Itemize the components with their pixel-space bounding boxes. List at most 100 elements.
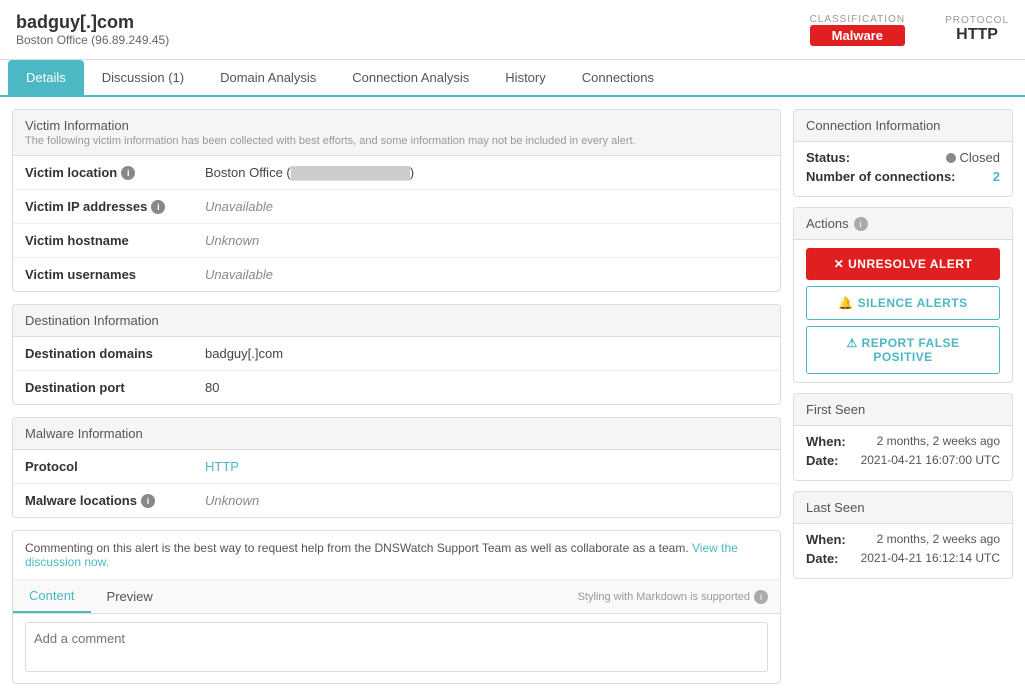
actions-info-icon[interactable]: i: [854, 217, 868, 231]
comment-textarea[interactable]: [25, 622, 768, 672]
destination-domains-label: Destination domains: [25, 346, 205, 361]
connection-info-card: Connection Information Status: Closed Nu…: [793, 109, 1013, 197]
destination-domains-value: badguy[.]com: [205, 346, 768, 361]
connection-info-title: Connection Information: [806, 118, 940, 133]
last-seen-date-row: Date: 2021-04-21 16:12:14 UTC: [806, 551, 1000, 566]
destination-title: Destination Information: [25, 313, 768, 328]
victim-subtitle: The following victim information has bee…: [25, 135, 768, 147]
status-row: Status: Closed: [806, 150, 1000, 165]
victim-title: Victim Information: [25, 118, 768, 133]
victim-ip-label: Victim IP addresses i: [25, 199, 205, 214]
first-seen-card: First Seen When: 2 months, 2 weeks ago D…: [793, 393, 1013, 481]
connections-count-row: Number of connections: 2: [806, 169, 1000, 184]
malware-section: Malware Information Protocol HTTP Malwar…: [12, 417, 781, 518]
tab-connections[interactable]: Connections: [564, 60, 672, 95]
actions-title: Actions: [806, 216, 849, 231]
right-panel: Connection Information Status: Closed Nu…: [793, 109, 1013, 684]
page-header: badguy[.]com Boston Office (96.89.249.45…: [0, 0, 1025, 60]
page-wrapper: badguy[.]com Boston Office (96.89.249.45…: [0, 0, 1025, 696]
tab-connection-analysis[interactable]: Connection Analysis: [334, 60, 487, 95]
malware-locations-value: Unknown: [205, 493, 768, 508]
last-seen-title: Last Seen: [806, 500, 865, 515]
first-seen-date-label: Date:: [806, 453, 839, 468]
destination-port-label: Destination port: [25, 380, 205, 395]
destination-section: Destination Information Destination doma…: [12, 304, 781, 405]
victim-ip-row: Victim IP addresses i Unavailable: [13, 190, 780, 224]
protocol-value: HTTP: [945, 26, 1009, 44]
actions-body: ✕ UNRESOLVE ALERT 🔔 SILENCE ALERTS ⚠ REP…: [794, 240, 1012, 382]
first-seen-header: First Seen: [794, 394, 1012, 426]
unresolve-button[interactable]: ✕ UNRESOLVE ALERT: [806, 248, 1000, 280]
protocol-meta: PROTOCOL HTTP: [945, 15, 1009, 44]
victim-location-label: Victim location i: [25, 165, 205, 180]
report-false-positive-button[interactable]: ⚠ REPORT FALSE POSITIVE: [806, 326, 1000, 374]
tab-discussion[interactable]: Discussion (1): [84, 60, 202, 95]
first-seen-body: When: 2 months, 2 weeks ago Date: 2021-0…: [794, 426, 1012, 480]
markdown-note: Styling with Markdown is supported i: [578, 590, 780, 604]
last-seen-when-label: When:: [806, 532, 846, 547]
silence-label: 🔔 SILENCE ALERTS: [838, 296, 967, 310]
connections-label: Number of connections:: [806, 169, 956, 184]
report-label: ⚠ REPORT FALSE POSITIVE: [816, 336, 990, 364]
header-right: CLASSIFICATION Malware PROTOCOL HTTP: [810, 14, 1009, 46]
tab-bar: Details Discussion (1) Domain Analysis C…: [0, 60, 1025, 97]
site-name: badguy[.]com: [16, 12, 169, 33]
classification-label: CLASSIFICATION: [810, 14, 906, 25]
victim-ip-value: Unavailable: [205, 199, 768, 214]
victim-location-icon[interactable]: i: [121, 166, 135, 180]
status-text: Closed: [960, 150, 1000, 165]
victim-hostname-row: Victim hostname Unknown: [13, 224, 780, 258]
victim-ip-icon[interactable]: i: [151, 200, 165, 214]
destination-port-value: 80: [205, 380, 768, 395]
silence-alerts-button[interactable]: 🔔 SILENCE ALERTS: [806, 286, 1000, 320]
tab-details[interactable]: Details: [8, 60, 84, 95]
victim-hostname-value: Unknown: [205, 233, 768, 248]
status-value: Closed: [946, 150, 1000, 165]
comment-tab-preview[interactable]: Preview: [91, 580, 169, 613]
comment-input-area: [13, 614, 780, 683]
comment-intro-text: Commenting on this alert is the best way…: [13, 531, 780, 580]
last-seen-when-value: 2 months, 2 weeks ago: [877, 532, 1000, 547]
actions-card: Actions i ✕ UNRESOLVE ALERT 🔔 SILENCE AL…: [793, 207, 1013, 383]
victim-location-row: Victim location i Boston Office (███████…: [13, 156, 780, 190]
markdown-info-icon[interactable]: i: [754, 590, 768, 604]
first-seen-when-label: When:: [806, 434, 846, 449]
comment-tab-content[interactable]: Content: [13, 580, 91, 613]
connection-info-body: Status: Closed Number of connections: 2: [794, 142, 1012, 196]
left-panel: Victim Information The following victim …: [12, 109, 781, 684]
protocol-label: PROTOCOL: [945, 15, 1009, 26]
first-seen-when-row: When: 2 months, 2 weeks ago: [806, 434, 1000, 449]
last-seen-header: Last Seen: [794, 492, 1012, 524]
malware-protocol-value[interactable]: HTTP: [205, 459, 768, 474]
malware-title: Malware Information: [25, 426, 768, 441]
classification-meta: CLASSIFICATION Malware: [810, 14, 906, 46]
destination-section-header: Destination Information: [13, 305, 780, 337]
main-layout: Victim Information The following victim …: [0, 97, 1025, 696]
classification-badge: Malware: [810, 25, 906, 46]
comment-tab-group: Content Preview: [13, 580, 169, 613]
markdown-text: Styling with Markdown is supported: [578, 591, 750, 603]
tab-domain-analysis[interactable]: Domain Analysis: [202, 60, 334, 95]
last-seen-date-label: Date:: [806, 551, 839, 566]
victim-usernames-value: Unavailable: [205, 267, 768, 282]
victim-usernames-row: Victim usernames Unavailable: [13, 258, 780, 291]
status-dot-icon: [946, 153, 956, 163]
first-seen-title: First Seen: [806, 402, 865, 417]
view-discussion-link[interactable]: View the discussion now.: [25, 541, 738, 569]
connections-value: 2: [993, 169, 1000, 184]
tab-history[interactable]: History: [487, 60, 563, 95]
comment-tab-bar: Content Preview Styling with Markdown is…: [13, 580, 780, 614]
header-left: badguy[.]com Boston Office (96.89.249.45…: [16, 12, 169, 47]
last-seen-date-value: 2021-04-21 16:12:14 UTC: [861, 551, 1000, 566]
victim-section-header: Victim Information The following victim …: [13, 110, 780, 156]
last-seen-body: When: 2 months, 2 weeks ago Date: 2021-0…: [794, 524, 1012, 578]
comment-section: Commenting on this alert is the best way…: [12, 530, 781, 684]
victim-location-value: Boston Office (██████████████): [205, 165, 768, 180]
victim-section: Victim Information The following victim …: [12, 109, 781, 292]
malware-protocol-row: Protocol HTTP: [13, 450, 780, 484]
malware-section-header: Malware Information: [13, 418, 780, 450]
last-seen-when-row: When: 2 months, 2 weeks ago: [806, 532, 1000, 547]
status-label: Status:: [806, 150, 850, 165]
first-seen-date-row: Date: 2021-04-21 16:07:00 UTC: [806, 453, 1000, 468]
malware-locations-icon[interactable]: i: [141, 494, 155, 508]
